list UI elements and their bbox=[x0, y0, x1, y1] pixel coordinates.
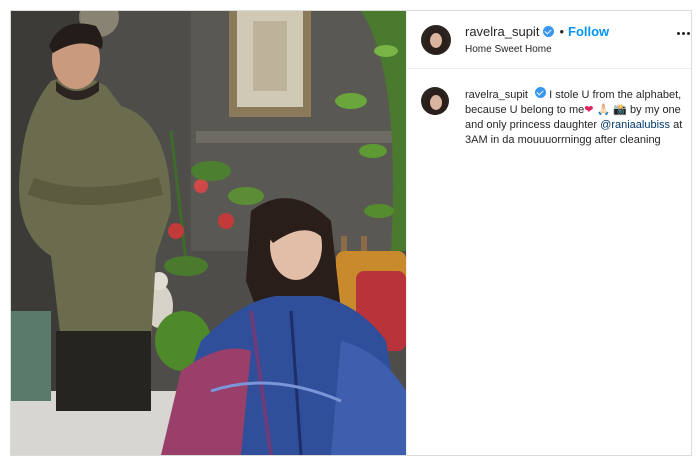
heart-emoji: ❤ bbox=[584, 104, 594, 116]
follow-button[interactable]: Follow bbox=[568, 24, 609, 39]
separator-dot: • bbox=[559, 24, 564, 39]
instagram-post: ravelra_supit • Follow Home Sweet Home r… bbox=[10, 10, 692, 456]
header-text: ravelra_supit • Follow Home Sweet Home bbox=[465, 24, 609, 55]
post-side-panel: ravelra_supit • Follow Home Sweet Home r… bbox=[406, 11, 691, 455]
caption-text: ravelra_supit I stole U from the alphabe… bbox=[465, 87, 690, 148]
verified-badge-icon bbox=[543, 26, 555, 37]
profile-avatar[interactable] bbox=[421, 24, 451, 55]
post-photo-image bbox=[11, 11, 406, 455]
location-link[interactable]: Home Sweet Home bbox=[465, 44, 609, 55]
caption-username-link[interactable]: ravelra_supit bbox=[465, 89, 528, 101]
caption-emojis: 🙏🏻 📸 bbox=[596, 104, 627, 116]
caption-avatar[interactable] bbox=[421, 87, 449, 115]
caption-verified-badge-icon bbox=[535, 87, 547, 98]
post-header: ravelra_supit • Follow Home Sweet Home bbox=[407, 11, 691, 69]
mention-link[interactable]: @raniaalubiss bbox=[600, 119, 670, 131]
post-photo[interactable] bbox=[11, 11, 406, 455]
more-options-icon[interactable] bbox=[677, 32, 690, 35]
username-link[interactable]: ravelra_supit bbox=[465, 24, 539, 39]
caption-comment: ravelra_supit I stole U from the alphabe… bbox=[407, 69, 691, 148]
